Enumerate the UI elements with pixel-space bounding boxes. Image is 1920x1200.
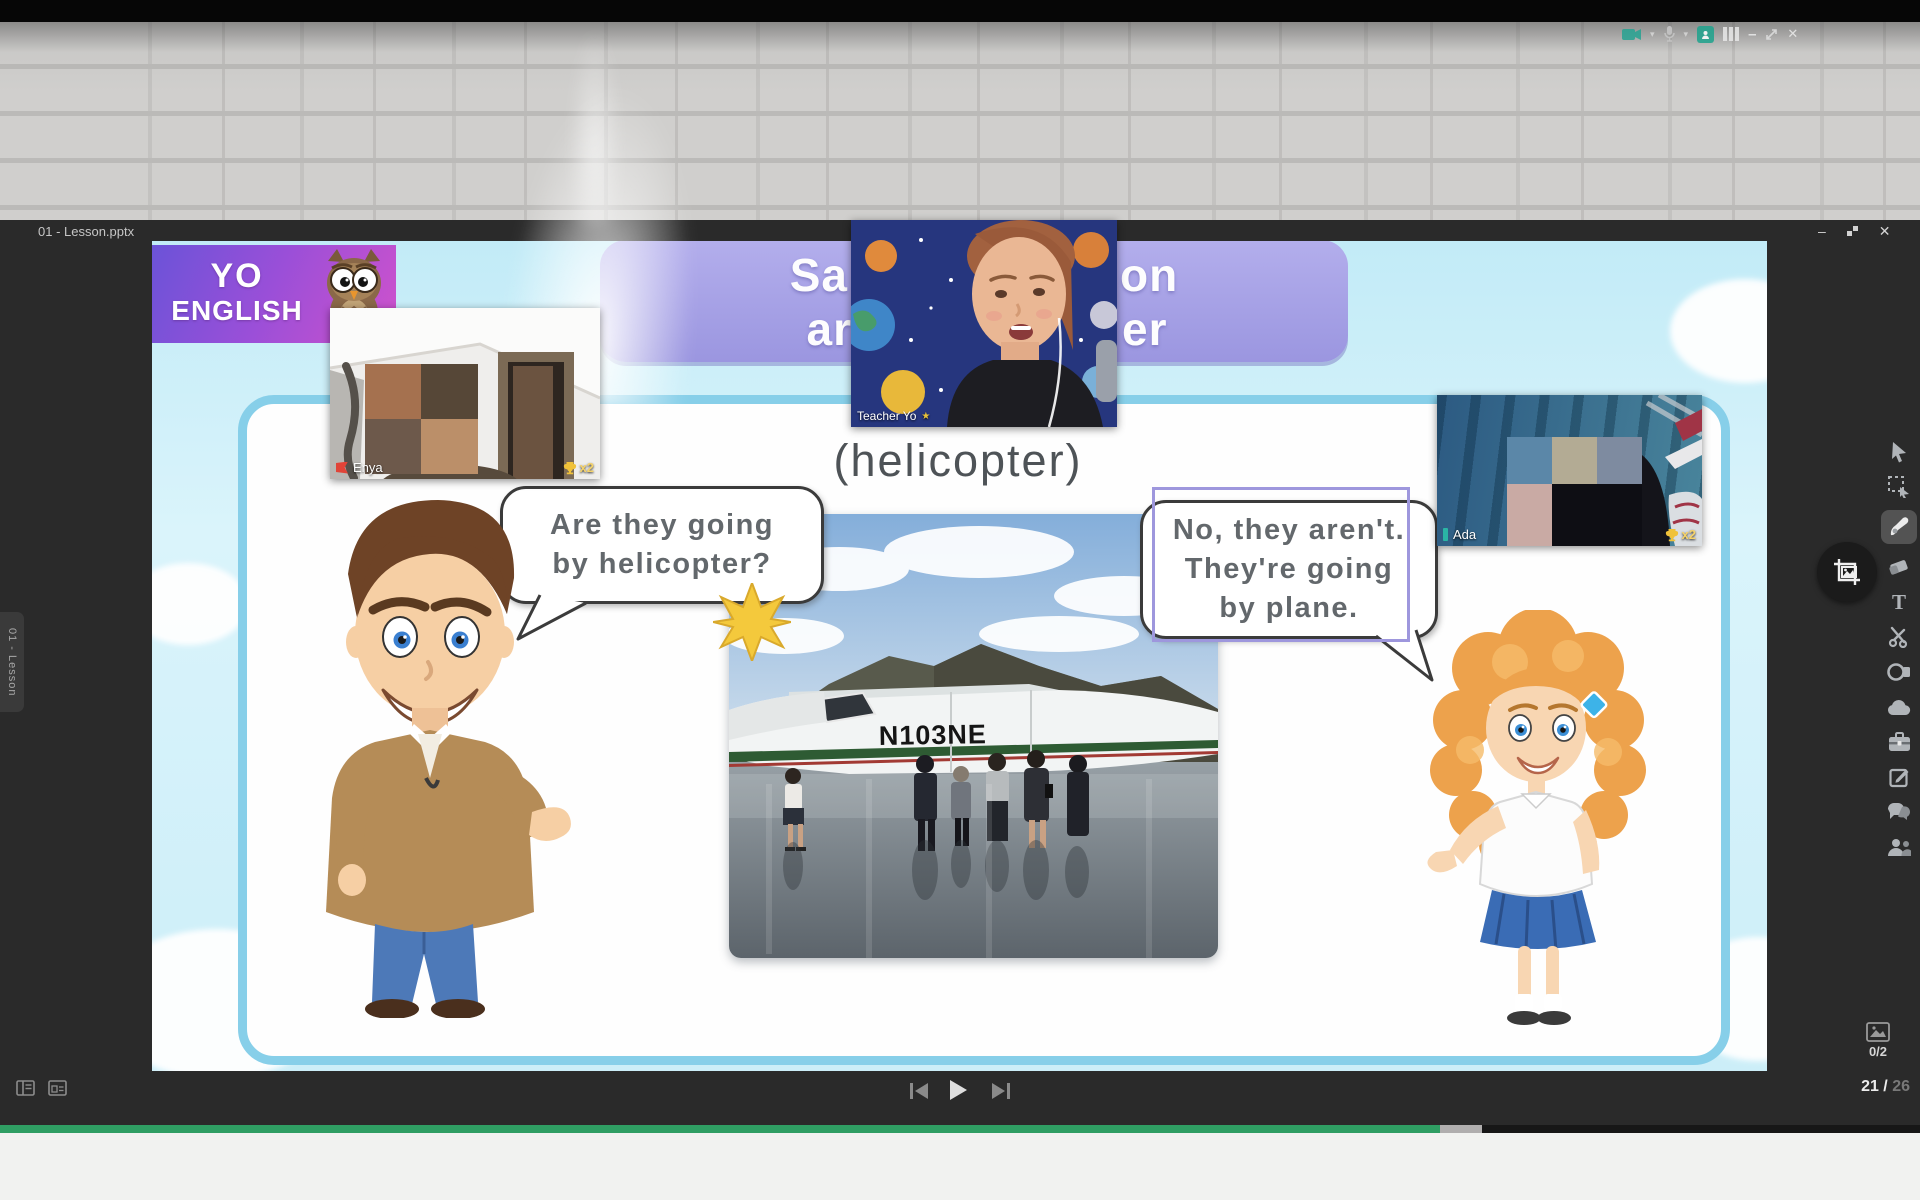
record-square-icon[interactable] (1697, 26, 1714, 43)
webcam-student-enya[interactable]: Enya x2 (330, 308, 600, 479)
image-counter-icon (1866, 1022, 1890, 1042)
participant-label: Ada (1443, 527, 1476, 542)
bubble-text-line: Are they going (550, 506, 774, 545)
media-counter-text: 0/2 (1869, 1044, 1887, 1059)
plane-registration: N103NE (879, 719, 988, 751)
status-bar (0, 0, 1920, 22)
logo-line2: ENGLISH (152, 295, 322, 327)
media-counter: 0/2 (1850, 1022, 1906, 1059)
thumbnail-panel-icon[interactable] (16, 1080, 35, 1096)
tool-scissors[interactable] (1887, 625, 1911, 649)
trophy-icon (1665, 528, 1679, 542)
side-tab-label: 01 - Lesson (6, 628, 18, 696)
tool-multi-select[interactable] (1887, 475, 1911, 499)
window-minimize-button[interactable]: – (1818, 222, 1826, 240)
layout-columns-icon[interactable] (1723, 27, 1739, 41)
participant-label: Teacher Yo ★ (857, 409, 930, 423)
cloud (1670, 279, 1767, 383)
tool-participants[interactable] (1887, 835, 1911, 859)
ribbon-icon (336, 462, 348, 474)
participant-name: Enya (353, 460, 383, 475)
helicopter-caption: (helicopter) (758, 435, 1158, 487)
close-icon[interactable]: ✕ (1787, 26, 1798, 42)
caret-down-icon[interactable]: ▾ (1650, 29, 1655, 40)
tool-toolbox[interactable] (1887, 730, 1911, 754)
girl-cartoon[interactable] (1418, 610, 1658, 1036)
cloud (152, 563, 248, 645)
man-cartoon[interactable] (280, 482, 580, 1018)
insert-image-button[interactable] (1817, 542, 1877, 602)
participant-score: x2 (1665, 527, 1696, 542)
progress-handle[interactable] (1440, 1125, 1482, 1133)
page-current: 21 / (1861, 1078, 1888, 1095)
text-tool-label: T (1892, 590, 1906, 615)
title-fragment: on (1120, 248, 1178, 302)
tool-eraser[interactable] (1887, 555, 1911, 579)
webcam-teacher[interactable]: Teacher Yo ★ (851, 220, 1117, 427)
star-sticker (713, 583, 791, 661)
window-close-button[interactable]: ✕ (1879, 222, 1891, 240)
participant-score: x2 (563, 460, 594, 475)
caret-down-icon[interactable]: ▾ (1684, 29, 1689, 40)
grid-view-icon[interactable] (48, 1080, 67, 1096)
next-slide-button[interactable] (990, 1082, 1012, 1100)
tool-text[interactable]: T (1887, 590, 1911, 614)
annotation-toolbar: T (1878, 440, 1920, 859)
badge-icon: ★ (921, 411, 930, 422)
page-total: 26 (1888, 1078, 1910, 1095)
bubble-text-line: by helicopter? (552, 545, 771, 584)
trophy-icon (563, 461, 577, 475)
lesson-side-tab[interactable]: 01 - Lesson (0, 612, 24, 712)
participant-name: Teacher Yo (857, 409, 916, 423)
speech-bubble-tail (512, 593, 592, 643)
window-controls: – ✕ (1818, 222, 1891, 240)
tool-shapes[interactable] (1887, 660, 1911, 684)
tool-edit-note[interactable] (1887, 765, 1911, 789)
minimize-icon[interactable]: – (1748, 26, 1756, 43)
mic-icon[interactable] (1664, 26, 1675, 42)
tool-chat[interactable] (1887, 800, 1911, 824)
participant-name: Ada (1453, 527, 1476, 542)
brick-wall-background (0, 22, 1920, 220)
logo-line1: YO (152, 257, 322, 296)
play-button[interactable] (948, 1079, 968, 1101)
title-fragment: er (1122, 302, 1167, 356)
participant-label: Enya (336, 460, 383, 475)
android-navigation-bar (0, 1133, 1920, 1200)
window-restore-button[interactable] (1846, 225, 1859, 238)
tool-cursor[interactable] (1887, 440, 1911, 464)
ada-room (1437, 395, 1702, 546)
resize-icon[interactable] (1765, 28, 1778, 41)
progress-done (0, 1125, 1440, 1133)
camera-icon[interactable] (1622, 28, 1641, 41)
window-title: 01 - Lesson.pptx (38, 224, 134, 239)
selection-rectangle (1152, 487, 1410, 642)
tool-pen[interactable] (1881, 510, 1917, 544)
lesson-progress-bar[interactable] (0, 1125, 1920, 1133)
previous-slide-button[interactable] (908, 1082, 930, 1100)
score-text: x2 (580, 460, 594, 475)
enya-room (330, 308, 600, 479)
crop-image-icon (1832, 557, 1862, 587)
teacher-video (851, 220, 1117, 427)
score-text: x2 (1682, 527, 1696, 542)
tool-cloud[interactable] (1887, 695, 1911, 719)
webcam-student-ada[interactable]: Ada x2 (1437, 395, 1702, 546)
screen: ▾ ▾ – ✕ 01 - Lesson.pptx – ✕ YO ENGLISH (0, 0, 1920, 1200)
status-dot (1443, 528, 1448, 541)
meeting-overlay-controls: ▾ ▾ – ✕ (1622, 24, 1798, 44)
page-indicator: 21 / 26 (1770, 1078, 1910, 1096)
